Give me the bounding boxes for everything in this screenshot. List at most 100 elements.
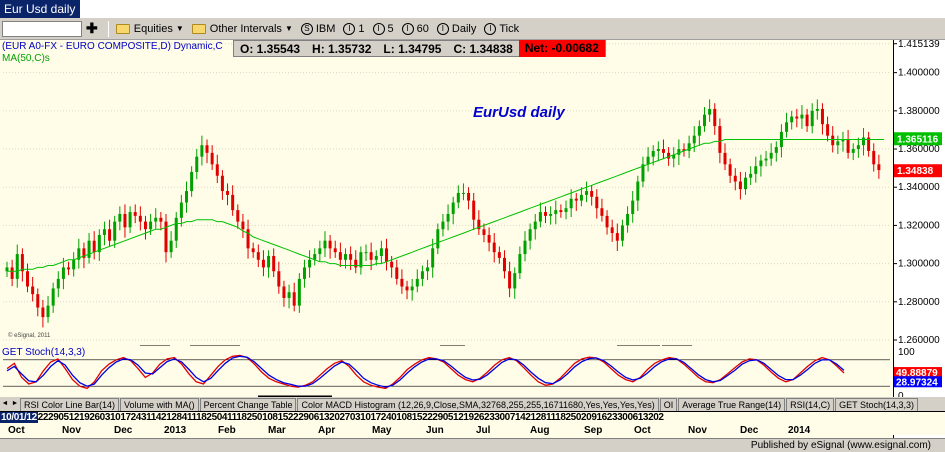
tab-oi[interactable]: OI <box>659 398 678 411</box>
candle-body <box>851 149 855 153</box>
interval-button-tick[interactable]: I Tick <box>480 19 523 39</box>
interval-button-5[interactable]: I5 <box>369 19 398 39</box>
folder-icon <box>191 23 206 34</box>
candle-body <box>400 278 404 287</box>
candle-body <box>872 150 876 165</box>
candle-body <box>338 252 342 260</box>
ma-value-label: 1.365116 <box>897 134 939 145</box>
status-bar: Published by eSignal (www.esignal.com) <box>0 438 945 452</box>
candle-body <box>528 229 532 241</box>
candle-body <box>446 213 450 222</box>
window-title[interactable]: Eur Usd daily <box>0 0 80 18</box>
candle-body <box>354 259 358 268</box>
candle-body <box>41 307 45 318</box>
date-axis[interactable]: 10/01/1222290512192603101724311421284111… <box>0 411 945 436</box>
interval-button-daily[interactable]: I Daily <box>433 19 480 39</box>
candle-body <box>733 175 737 182</box>
stochastic-chart[interactable]: 100049.8887928.97324 <box>0 345 945 400</box>
interval-button-ibm[interactable]: S IBM <box>297 19 340 39</box>
candle-body <box>169 240 173 253</box>
tab-color-macd[interactable]: Color MACD Histogram (12,26,9,Close,SMA,… <box>297 398 659 411</box>
candle-body <box>215 164 219 176</box>
publisher-text: Published by eSignal (www.esignal.com) <box>750 440 931 451</box>
tab-prev-button[interactable]: ◄ <box>0 398 10 411</box>
price-tick-label: 1.320000 <box>898 220 940 231</box>
clock-icon: S <box>300 22 313 35</box>
price-tick-label: 1.300000 <box>898 259 940 270</box>
tab-percent-change[interactable]: Percent Change Table <box>199 398 297 411</box>
candle-body <box>415 278 419 287</box>
stoch-label: GET Stoch(14,3,3) <box>2 347 86 358</box>
equities-label: Equities <box>133 22 173 35</box>
candle-body <box>533 221 537 230</box>
tab-get-stoch[interactable]: GET Stoch(14,3,3) <box>835 398 919 411</box>
candle-body <box>200 145 204 157</box>
clock-icon: I <box>436 22 449 35</box>
equities-dropdown[interactable]: Equities ▼ <box>112 19 188 39</box>
date-start: 10/01/12 <box>0 412 38 423</box>
candle-body <box>656 149 660 151</box>
candle-body <box>333 248 337 253</box>
candle-body <box>744 177 748 190</box>
clock-icon: I <box>343 22 356 35</box>
tab-volume-ma[interactable]: Volume with MA() <box>120 398 199 411</box>
candle-body <box>246 229 250 249</box>
candle-body <box>651 150 655 157</box>
interval-button-60[interactable]: I 60 <box>398 19 433 39</box>
intervals-dropdown[interactable]: Other Intervals ▼ <box>188 19 297 39</box>
candle-body <box>472 200 476 220</box>
candle-body <box>805 114 809 127</box>
candle-body <box>302 267 306 279</box>
esignal-credit: © eSignal, 2011 <box>8 333 51 339</box>
candle-body <box>569 198 573 209</box>
candle-body <box>513 273 517 289</box>
candle-body <box>728 164 732 176</box>
month-label: Mar <box>268 425 286 436</box>
candle-body <box>554 210 558 214</box>
candle-body <box>164 221 168 253</box>
candle-body <box>431 248 435 268</box>
chart-area[interactable]: 1.415139 1.400000 1.380000 1.360000 1.340000… <box>0 40 945 438</box>
candle-body <box>800 114 804 119</box>
candle-body <box>810 110 814 127</box>
tab-rsi[interactable]: RSI(14,C) <box>786 398 835 411</box>
candle-body <box>626 213 630 226</box>
candle-body <box>826 124 830 136</box>
candle-body <box>718 126 722 153</box>
add-button[interactable]: ✚ <box>82 19 105 39</box>
symbol-box[interactable] <box>2 20 82 37</box>
interval-button-1[interactable]: I1 <box>339 19 368 39</box>
folder-icon <box>115 23 130 34</box>
candle-body <box>67 267 71 270</box>
candle-body <box>92 240 96 253</box>
candle-body <box>549 213 553 216</box>
stoch-series-line <box>6 355 845 388</box>
price-tick-label: 1.400000 <box>898 68 940 79</box>
candle-body <box>492 242 496 253</box>
clock-icon: I <box>484 22 497 35</box>
candle-body <box>318 248 322 255</box>
month-label: Jun <box>426 425 444 436</box>
candle-body <box>61 267 65 279</box>
price-tick-label: 1.340000 <box>898 182 940 193</box>
candle-body <box>600 208 604 216</box>
low-value: L: 1.34795 <box>383 41 442 56</box>
candle-body <box>713 108 717 127</box>
candle-body <box>410 286 414 291</box>
date-tick-labels: 10/01/1222290512192603101724311421284111… <box>0 412 664 424</box>
candle-body <box>128 212 132 228</box>
candle-body <box>615 233 619 241</box>
tab-next-button[interactable]: ► <box>10 398 20 411</box>
candle-body <box>508 271 512 289</box>
candle-body <box>102 229 106 235</box>
tab-rsi-color-line-bar[interactable]: RSI Color Line Bar(14) <box>20 398 120 411</box>
candle-body <box>349 254 353 260</box>
price-chart[interactable]: 1.415139 1.400000 1.380000 1.360000 1.340000… <box>0 40 945 345</box>
interval-label: Tick <box>499 22 520 35</box>
quote-box: O: 1.35543 H: 1.35732 L: 1.34795 C: 1.34… <box>233 40 606 57</box>
tab-atr[interactable]: Average True Range(14) <box>678 398 786 411</box>
candle-body <box>482 229 486 235</box>
price-tick-label: 1.380000 <box>898 106 940 117</box>
candle-body <box>282 286 286 298</box>
candle-body <box>723 152 727 165</box>
